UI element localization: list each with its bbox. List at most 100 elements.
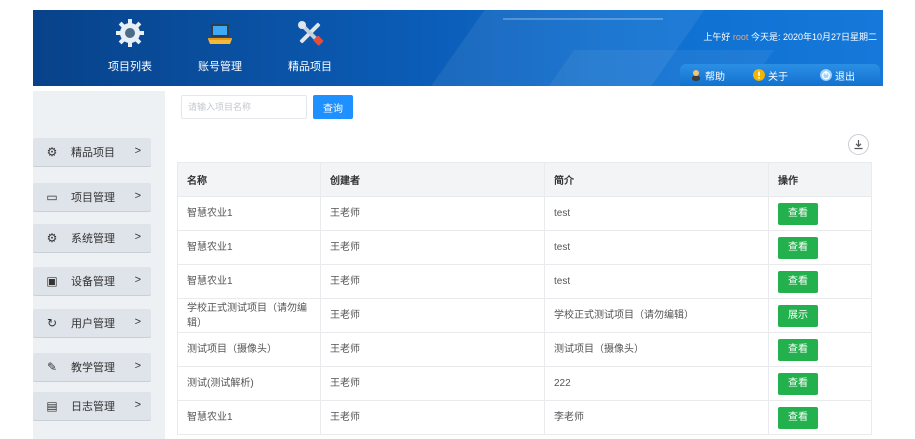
sidebar-item-system-management[interactable]: ⚙ 系统管理 > <box>33 224 151 252</box>
nav-featured-projects[interactable]: 精品项目 <box>270 18 350 78</box>
view-button[interactable]: 查看 <box>778 372 818 395</box>
cell-actions: 查看 <box>768 196 872 231</box>
cell-creator: 王老师 <box>320 196 545 231</box>
sidebar-item-project-management[interactable]: ▭ 项目管理 > <box>33 183 151 211</box>
cell-actions: 查看 <box>768 230 872 265</box>
cell-actions: 查看 <box>768 400 872 435</box>
table-row: 智慧农业1 王老师 李老师 查看 <box>177 400 872 435</box>
cell-creator: 王老师 <box>320 400 545 435</box>
chevron-right-icon: > <box>134 399 141 411</box>
view-button[interactable]: 查看 <box>778 270 818 293</box>
sidebar-item-log-management[interactable]: ▤ 日志管理 > <box>33 392 151 420</box>
table-row: 学校正式测试项目（请勿编辑） 王老师 学校正式测试项目（请勿编辑） 展示 <box>177 298 872 333</box>
chevron-right-icon: > <box>134 231 141 243</box>
date-text: 今天是: 2020年10月27日星期二 <box>750 32 877 42</box>
chevron-right-icon: > <box>134 316 141 328</box>
sidebar-item-label: 用户管理 <box>71 318 115 330</box>
cell-actions: 查看 <box>768 264 872 299</box>
column-header-creator: 创建者 <box>320 162 545 197</box>
search-button[interactable]: 查询 <box>313 95 353 119</box>
laptop-icon <box>208 24 232 44</box>
gear-icon: ⚙ <box>46 231 58 245</box>
pencil-icon: ✎ <box>46 360 58 374</box>
cell-name: 智慧农业1 <box>177 196 321 231</box>
table-row: 智慧农业1 王老师 test 查看 <box>177 230 872 265</box>
chevron-right-icon: > <box>134 360 141 372</box>
cell-description: test <box>544 264 769 299</box>
gear-icon: ⚙ <box>46 145 58 159</box>
sidebar-item-teaching-management[interactable]: ✎ 教学管理 > <box>33 353 151 381</box>
cell-description: 222 <box>544 366 769 401</box>
sidebar-item-label: 设备管理 <box>71 276 115 288</box>
view-button[interactable]: 查看 <box>778 236 818 259</box>
show-button[interactable]: 展示 <box>778 304 818 327</box>
view-button[interactable]: 查看 <box>778 202 818 225</box>
view-button[interactable]: 查看 <box>778 406 818 429</box>
table-row: 智慧农业1 王老师 test 查看 <box>177 196 872 231</box>
search-input[interactable] <box>181 95 307 119</box>
cell-name: 学校正式测试项目（请勿编辑） <box>177 298 321 333</box>
cell-description: 学校正式测试项目（请勿编辑） <box>544 298 769 333</box>
nav-project-list[interactable]: 项目列表 <box>90 18 170 78</box>
chevron-right-icon: > <box>134 274 141 286</box>
sidebar-item-label: 日志管理 <box>71 401 115 413</box>
cell-description: test <box>544 196 769 231</box>
nav-label: 项目列表 <box>108 61 152 73</box>
download-button[interactable] <box>848 134 869 155</box>
cell-creator: 王老师 <box>320 366 545 401</box>
cell-description: 测试项目（摄像头） <box>544 332 769 367</box>
window-icon: ▭ <box>46 190 58 204</box>
cell-creator: 王老师 <box>320 332 545 367</box>
column-header-name: 名称 <box>177 162 321 197</box>
header-user-info: 上午好 root 今天是: 2020年10月27日星期二 <box>703 30 877 43</box>
table-row: 智慧农业1 王老师 test 查看 <box>177 264 872 299</box>
sidebar-item-label: 项目管理 <box>71 192 115 204</box>
cell-name: 智慧农业1 <box>177 264 321 299</box>
help-label: 帮助 <box>705 71 725 83</box>
cell-name: 智慧农业1 <box>177 230 321 265</box>
help-user-icon <box>692 70 700 81</box>
column-header-actions: 操作 <box>768 162 872 197</box>
nav-label: 账号管理 <box>198 61 242 73</box>
view-button[interactable]: 查看 <box>778 338 818 361</box>
power-icon <box>820 69 832 81</box>
sidebar: ⚙ 精品项目 > ▭ 项目管理 > ⚙ 系统管理 > ▣ 设备管理 > ↻ 用户… <box>33 91 165 439</box>
sidebar-item-label: 教学管理 <box>71 362 115 374</box>
chevron-right-icon: > <box>134 190 141 202</box>
refresh-icon: ↻ <box>46 316 58 330</box>
download-icon <box>854 140 863 150</box>
cell-creator: 王老师 <box>320 264 545 299</box>
info-icon <box>753 69 765 81</box>
username: root <box>732 32 749 42</box>
cell-actions: 查看 <box>768 366 872 401</box>
logout-label: 退出 <box>835 71 855 83</box>
chevron-right-icon: > <box>134 145 141 157</box>
help-button[interactable]: 帮助 <box>690 67 725 83</box>
about-button[interactable]: 关于 <box>753 67 788 83</box>
project-table: 名称 创建者 简介 操作 智慧农业1 王老师 test 查看 智慧农业1 王老师… <box>177 162 872 435</box>
log-icon: ▤ <box>46 399 58 413</box>
main-content: 查询 名称 创建者 简介 操作 智慧农业1 王老师 test 查看 <box>165 91 883 439</box>
cell-creator: 王老师 <box>320 230 545 265</box>
cell-name: 测试(测试解析) <box>177 366 321 401</box>
cell-name: 测试项目（摄像头） <box>177 332 321 367</box>
sidebar-item-device-management[interactable]: ▣ 设备管理 > <box>33 267 151 295</box>
sidebar-item-label: 精品项目 <box>71 147 115 159</box>
nav-account-management[interactable]: 账号管理 <box>180 18 260 78</box>
cell-name: 智慧农业1 <box>177 400 321 435</box>
table-row: 测试项目（摄像头） 王老师 测试项目（摄像头） 查看 <box>177 332 872 367</box>
cell-creator: 王老师 <box>320 298 545 333</box>
cell-actions: 查看 <box>768 332 872 367</box>
sidebar-item-user-management[interactable]: ↻ 用户管理 > <box>33 309 151 337</box>
table-header-row: 名称 创建者 简介 操作 <box>177 162 872 197</box>
gear-icon <box>116 19 144 47</box>
sidebar-item-label: 系统管理 <box>71 233 115 245</box>
monitor-icon: ▣ <box>46 274 58 288</box>
nav-label: 精品项目 <box>288 61 332 73</box>
tools-icon <box>298 21 324 46</box>
sidebar-item-featured-projects[interactable]: ⚙ 精品项目 > <box>33 138 151 166</box>
cell-description: test <box>544 230 769 265</box>
logout-button[interactable]: 退出 <box>820 67 855 83</box>
top-header: 项目列表 账号管理 精品项目 上午好 root 今天是: 2020年10月27日… <box>0 0 915 91</box>
column-header-description: 简介 <box>544 162 769 197</box>
